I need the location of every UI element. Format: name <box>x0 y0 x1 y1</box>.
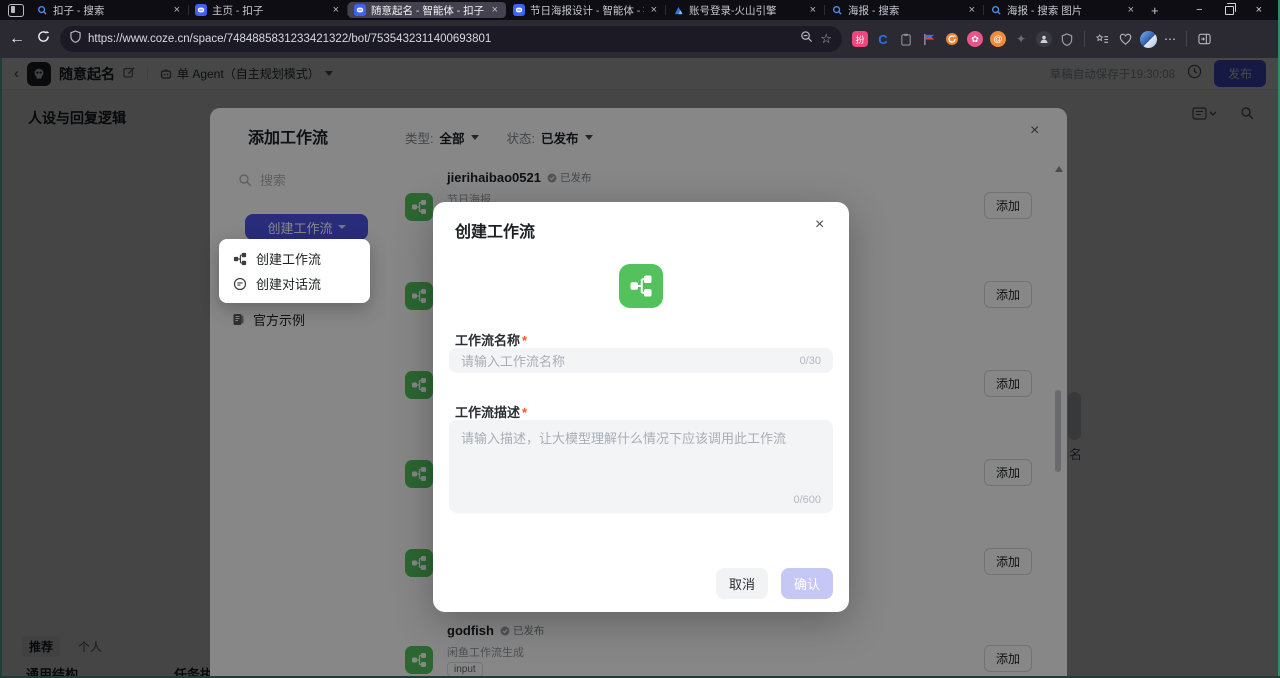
tab-bot-editor-active[interactable]: 随意起名 - 智能体 - 扣子 × <box>348 2 506 18</box>
window-border <box>0 58 2 678</box>
menu-item-label: 创建工作流 <box>256 249 321 268</box>
health-heart-extension-icon[interactable] <box>1117 31 1133 47</box>
tab-coze-home[interactable]: 主页 - 扣子 × <box>189 2 347 18</box>
desc-char-counter: 0/600 <box>793 494 821 506</box>
workflow-desc-textarea[interactable]: 请输入描述，让大模型理解什么情况下应该调用此工作流 0/600 <box>449 420 833 513</box>
modal-title: 创建工作流 <box>455 218 535 242</box>
new-tab-button[interactable]: + <box>1143 3 1167 18</box>
profile-avatar[interactable] <box>1140 31 1157 48</box>
sidebar-toggle-icon[interactable] <box>1196 31 1212 47</box>
reload-button[interactable] <box>34 30 52 48</box>
tab-close-icon[interactable]: × <box>649 4 659 16</box>
create-workflow-modal: 创建工作流 × 工作流名称* 请输入工作流名称 0/30 工作流描述* 请输入描… <box>433 202 849 612</box>
menu-item-create-chatflow[interactable]: 创建对话流 <box>219 271 370 296</box>
window-controls: − × <box>1196 4 1280 16</box>
tab-poster-design[interactable]: 节日海报设计 - 智能体 - 扣 × <box>507 2 665 18</box>
firefox-view-icon[interactable] <box>8 4 24 17</box>
volcengine-favicon-icon <box>672 4 684 16</box>
desc-placeholder: 请输入描述，让大模型理解什么情况下应该调用此工作流 <box>461 431 786 446</box>
restore-button[interactable] <box>1225 6 1234 15</box>
account-extension-icon[interactable] <box>1036 31 1052 47</box>
tab-title: 主页 - 扣子 <box>212 3 326 18</box>
shield-extension-icon[interactable] <box>1059 31 1075 47</box>
required-asterisk: * <box>522 333 527 348</box>
browser-window: 扣子 - 搜索 × 主页 - 扣子 × 随意起名 - 智能体 - 扣子 × 节日… <box>0 0 1280 678</box>
extensions-row: 扮 C ✿ @ ✦ ⋯ <box>852 31 1212 48</box>
tab-close-icon[interactable]: × <box>490 4 500 16</box>
navigation-bar: ← https://www.coze.cn/space/748488583123… <box>0 20 1280 58</box>
coze-favicon-icon <box>354 4 366 16</box>
zoom-out-icon[interactable] <box>800 30 813 48</box>
window-close-button[interactable]: × <box>1256 4 1262 16</box>
tab-title: 节日海报设计 - 智能体 - 扣 <box>530 3 644 18</box>
tab-poster-image-search[interactable]: 海报 - 搜索 图片 × <box>984 2 1142 18</box>
tab-title: 海报 - 搜索 图片 <box>1007 3 1121 18</box>
modal-close-icon[interactable]: × <box>815 216 824 234</box>
clipboard-extension-icon[interactable] <box>898 31 914 47</box>
modal-footer: 取消 确认 <box>716 568 833 599</box>
coze-favicon-icon <box>195 4 207 16</box>
url-bar[interactable]: https://www.coze.cn/space/74848858312334… <box>60 26 842 52</box>
tab-close-icon[interactable]: × <box>172 4 182 16</box>
tab-title: 随意起名 - 智能体 - 扣子 <box>371 3 485 18</box>
sync-circle-extension-icon[interactable] <box>944 31 960 47</box>
menu-item-label: 创建对话流 <box>256 274 321 293</box>
orange-circle-extension-icon[interactable]: @ <box>990 31 1006 47</box>
tab-title: 账号登录-火山引擎 <box>689 3 803 18</box>
workflow-icon-large <box>619 264 663 308</box>
chatflow-icon <box>233 277 247 291</box>
pink-circle-extension-icon[interactable]: ✿ <box>967 31 983 47</box>
desc-field-label: 工作流描述* <box>455 402 527 421</box>
name-field-label: 工作流名称* <box>455 330 527 349</box>
pink-square-extension-icon[interactable]: 扮 <box>852 31 868 47</box>
minimize-button[interactable]: − <box>1196 4 1202 16</box>
collections-star-extension-icon[interactable] <box>1094 31 1110 47</box>
search-favicon-icon <box>990 4 1002 16</box>
dark-cursor-extension-icon[interactable]: ✦ <box>1013 31 1029 47</box>
name-char-counter: 0/30 <box>800 355 821 367</box>
menu-item-create-workflow[interactable]: 创建工作流 <box>219 246 370 271</box>
tab-close-icon[interactable]: × <box>808 4 818 16</box>
tab-poster-search[interactable]: 海报 - 搜索 × <box>825 2 983 18</box>
coze-c-extension-icon[interactable]: C <box>875 31 891 47</box>
workflow-icon <box>233 252 247 266</box>
cancel-button[interactable]: 取消 <box>716 568 768 599</box>
tracking-shield-icon[interactable] <box>70 30 81 48</box>
tab-close-icon[interactable]: × <box>331 4 341 16</box>
search-favicon-icon <box>831 4 843 16</box>
workflow-name-input[interactable]: 请输入工作流名称 0/30 <box>449 348 833 373</box>
confirm-button-disabled[interactable]: 确认 <box>781 568 833 599</box>
flag-extension-icon[interactable] <box>921 31 937 47</box>
tab-close-icon[interactable]: × <box>1126 4 1136 16</box>
create-dropdown-menu: 创建工作流 创建对话流 <box>219 239 370 303</box>
required-asterisk: * <box>522 405 527 420</box>
search-favicon-icon <box>36 4 48 16</box>
name-placeholder: 请输入工作流名称 <box>461 351 565 370</box>
tab-title: 海报 - 搜索 <box>848 3 962 18</box>
tab-title: 扣子 - 搜索 <box>53 3 167 18</box>
tab-volcengine-login[interactable]: 账号登录-火山引擎 × <box>666 2 824 18</box>
overflow-menu-icon[interactable]: ⋯ <box>1164 32 1177 46</box>
tab-close-icon[interactable]: × <box>967 4 977 16</box>
url-text[interactable]: https://www.coze.cn/space/74848858312334… <box>88 33 793 45</box>
back-button[interactable]: ← <box>8 30 26 48</box>
tab-koubao-search[interactable]: 扣子 - 搜索 × <box>30 2 188 18</box>
bookmark-star-icon[interactable]: ☆ <box>820 31 832 47</box>
tab-bar: 扣子 - 搜索 × 主页 - 扣子 × 随意起名 - 智能体 - 扣子 × 节日… <box>0 0 1280 20</box>
coze-favicon-icon <box>513 4 525 16</box>
